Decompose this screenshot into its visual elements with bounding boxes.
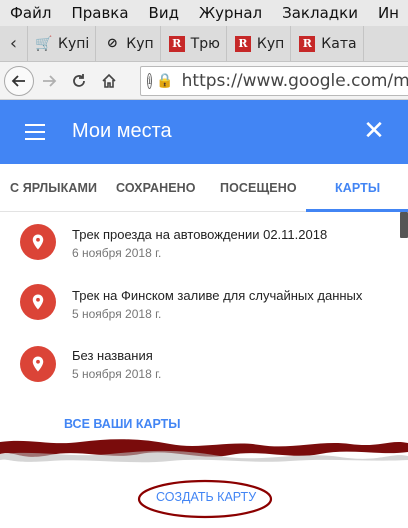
- map-date: 5 ноября 2018 г.: [72, 307, 162, 321]
- map-date: 6 ноября 2018 г.: [72, 246, 162, 260]
- tab-label: Трю: [190, 35, 220, 52]
- browser-navbar: i 🔒 https://www.google.com/map: [0, 62, 408, 100]
- menu-view[interactable]: Вид: [139, 4, 189, 22]
- tab-label: Ката: [321, 35, 357, 52]
- browser-tab-1[interactable]: 🛒 Купі: [28, 26, 97, 61]
- home-icon: [102, 73, 116, 88]
- circle-logo-icon: ⊘: [106, 36, 118, 51]
- tab-label: Куп: [126, 35, 154, 52]
- address-bar[interactable]: i 🔒 https://www.google.com/map: [140, 66, 408, 96]
- places-tabs: С ЯРЛЫКАМИ СОХРАНЕНО ПОСЕЩЕНО КАРТЫ: [0, 164, 408, 212]
- tab-scroll-left-button[interactable]: ‹: [0, 26, 28, 61]
- browser-tab-3[interactable]: R Трю: [161, 26, 227, 61]
- app-header: Мои места ✕: [0, 100, 408, 164]
- map-date: 5 ноября 2018 г.: [72, 367, 162, 381]
- list-item[interactable]: Трек проезда на автовождении 02.11.2018 …: [0, 212, 408, 272]
- forward-button[interactable]: [34, 66, 64, 96]
- tab-visited[interactable]: ПОСЕЩЕНО: [220, 164, 297, 212]
- shopping-cart-icon: 🛒: [35, 35, 53, 52]
- home-button[interactable]: [94, 66, 124, 96]
- map-name: Трек проезда на автовождении 02.11.2018: [72, 227, 328, 242]
- create-map-button[interactable]: СОЗДАТЬ КАРТУ: [156, 490, 256, 504]
- reload-button[interactable]: [64, 66, 94, 96]
- torn-edge-divider: [0, 439, 408, 463]
- tab-labeled[interactable]: С ЯРЛЫКАМИ: [10, 164, 97, 212]
- menu-bookmarks[interactable]: Закладки: [272, 4, 368, 22]
- reload-icon: [73, 73, 85, 87]
- arrow-right-icon: [43, 74, 57, 87]
- browser-tab-2[interactable]: ⊘ Куп: [96, 26, 161, 61]
- map-name: Трек на Финском заливе для случайных дан…: [72, 288, 363, 303]
- all-maps-link[interactable]: ВСЕ ВАШИ КАРТЫ: [64, 417, 181, 431]
- list-item[interactable]: Без названия 5 ноября 2018 г.: [0, 334, 408, 394]
- lock-icon: 🔒: [156, 73, 174, 89]
- close-icon[interactable]: ✕: [360, 116, 388, 146]
- map-pin-icon: [20, 224, 56, 260]
- map-pin-icon: [20, 284, 56, 320]
- browser-tabbar: ‹ 🛒 Купі ⊘ Куп R Трю R Куп R Ката: [0, 26, 408, 62]
- r-logo-icon: R: [168, 35, 185, 52]
- tab-label: Купі: [58, 35, 90, 52]
- browser-tab-4[interactable]: R Куп: [227, 26, 292, 61]
- url-text: https://www.google.com/map: [181, 71, 408, 91]
- list-item[interactable]: Трек на Финском заливе для случайных дан…: [0, 272, 408, 332]
- hamburger-menu-icon[interactable]: [25, 124, 45, 140]
- tab-saved[interactable]: СОХРАНЕНО: [116, 164, 196, 212]
- info-icon[interactable]: i: [147, 73, 153, 89]
- map-name: Без названия: [72, 348, 153, 363]
- page-title: Мои места: [72, 120, 172, 142]
- r-logo-icon: R: [299, 35, 316, 52]
- map-pin-icon: [20, 346, 56, 382]
- tab-maps[interactable]: КАРТЫ: [335, 164, 380, 212]
- menu-tools[interactable]: Ин: [368, 4, 408, 22]
- tab-label: Куп: [256, 35, 285, 52]
- back-button[interactable]: [4, 65, 34, 96]
- menu-edit[interactable]: Правка: [61, 4, 138, 22]
- r-logo-icon: R: [234, 35, 251, 52]
- browser-menubar: Файл Правка Вид Журнал Закладки Ин: [0, 0, 408, 26]
- browser-tab-5[interactable]: R Ката: [291, 26, 364, 61]
- arrow-left-icon: [11, 74, 25, 87]
- menu-file[interactable]: Файл: [0, 4, 61, 22]
- menu-history[interactable]: Журнал: [189, 4, 272, 22]
